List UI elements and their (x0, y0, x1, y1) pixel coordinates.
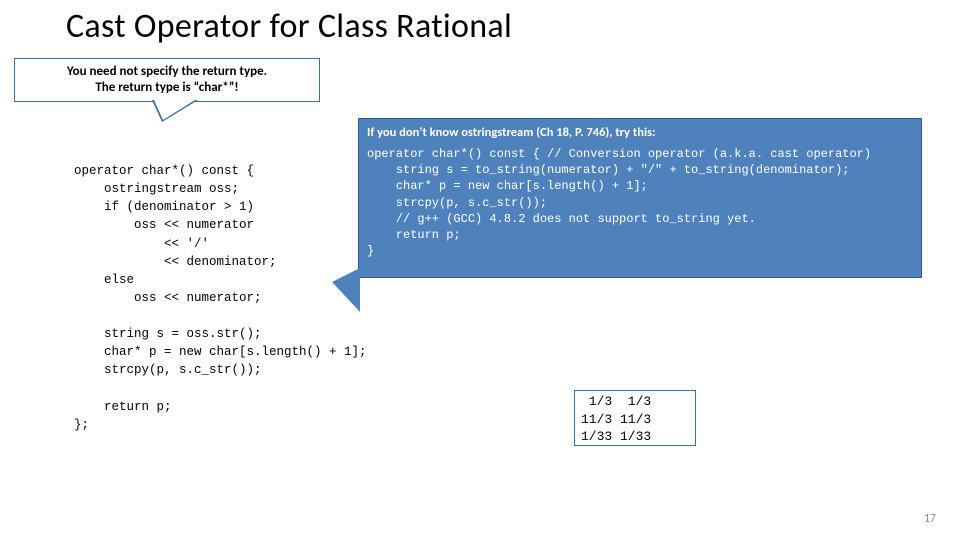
main-code-block: operator char*() const { ostringstream o… (74, 162, 367, 434)
page-title: Cast Operator for Class Rational (66, 6, 512, 47)
alternative-code: operator char*() const { // Conversion o… (367, 146, 913, 259)
callout-line: You need not specify the return type. (15, 64, 319, 80)
callout-line: The return type is “char*”! (15, 80, 319, 96)
return-type-callout: You need not specify the return type. Th… (14, 58, 320, 102)
page-number: 17 (924, 512, 936, 526)
slide: Cast Operator for Class Rational You nee… (0, 0, 960, 540)
callout-tail-icon (152, 100, 198, 122)
alternative-code-callout: If you don’t know ostringstream (Ch 18, … (358, 118, 922, 278)
callout-header: If you don’t know ostringstream (Ch 18, … (367, 125, 913, 140)
output-box: 1/3 1/3 11/3 11/3 1/33 1/33 (574, 390, 696, 446)
